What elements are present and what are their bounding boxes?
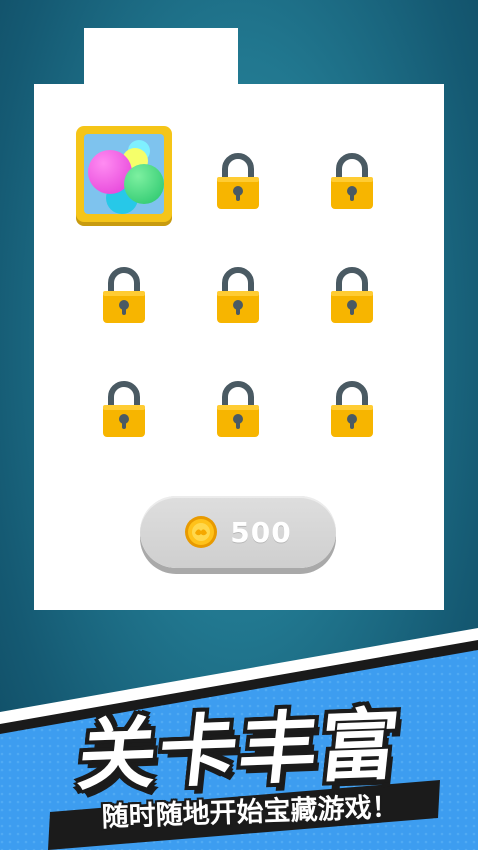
game-screen: 500 关卡丰富 随时随地开始宝藏游戏！: [0, 0, 478, 850]
